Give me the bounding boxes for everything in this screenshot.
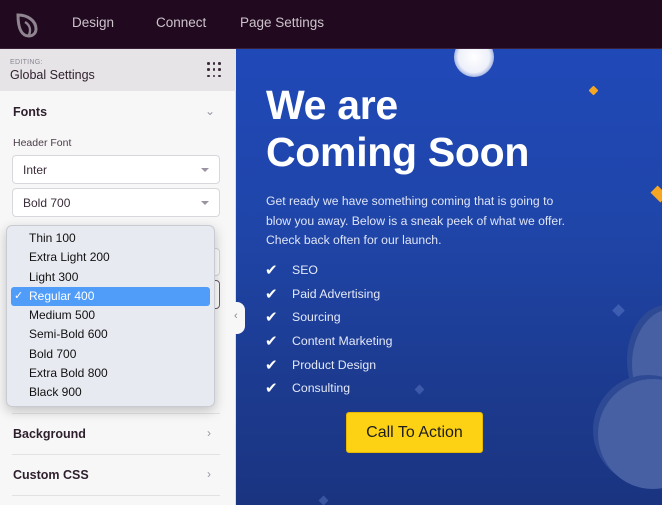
feature-list: ✔ SEO ✔ Paid Advertising ✔ Sourcing ✔ Conten…	[264, 259, 392, 401]
weight-option-label: Regular 400	[29, 288, 95, 303]
editing-label: EDITING:	[10, 59, 43, 66]
weight-option[interactable]: Light 300	[11, 268, 210, 287]
feature-item: ✔ SEO	[264, 259, 392, 283]
nav-connect[interactable]: Connect	[156, 15, 206, 30]
feature-item: ✔ Paid Advertising	[264, 283, 392, 307]
fonts-section-title[interactable]: Fonts	[13, 105, 47, 119]
top-bar: Design Connect Page Settings	[0, 0, 662, 49]
chevron-right-icon[interactable]: ›	[207, 467, 211, 481]
page-preview: We are Coming Soon Get ready we have som…	[236, 49, 662, 505]
call-to-action-button[interactable]: Call To Action	[346, 412, 483, 453]
headline-line-2: Coming Soon	[266, 129, 530, 175]
weight-option[interactable]: Extra Bold 800	[11, 364, 210, 383]
feature-label: Paid Advertising	[292, 286, 381, 301]
check-icon: ✔	[265, 262, 278, 279]
font-weight-dropdown[interactable]: Thin 100 Extra Light 200 Light 300 ✓ Regu…	[6, 225, 215, 407]
editing-title: Global Settings	[10, 68, 95, 82]
sparkle-icon	[414, 384, 425, 395]
weight-option[interactable]: Medium 500	[11, 306, 210, 325]
divider	[12, 413, 220, 414]
feature-label: Content Marketing	[292, 334, 393, 349]
weight-option[interactable]: Semi-Bold 600	[11, 325, 210, 344]
feature-label: Sourcing	[292, 310, 341, 325]
cloud-decoration	[598, 379, 662, 489]
weight-option[interactable]: Thin 100	[11, 229, 210, 248]
background-section-title[interactable]: Background	[13, 427, 86, 441]
check-icon: ✔	[265, 285, 278, 303]
header-font-select[interactable]: Inter	[12, 155, 220, 184]
weight-option-selected[interactable]: ✓ Regular 400	[11, 286, 210, 307]
chevron-down-icon[interactable]: ⌄	[205, 104, 215, 118]
custom-css-section-title[interactable]: Custom CSS	[13, 468, 89, 482]
feature-label: Consulting	[292, 381, 351, 396]
star-icon	[588, 85, 599, 96]
sparkle-icon	[612, 304, 625, 317]
check-icon: ✔	[265, 380, 278, 398]
checkmark-icon: ✓	[14, 289, 24, 302]
check-icon: ✔	[265, 356, 278, 374]
headline-line-1: We are	[266, 82, 398, 128]
nav-page-settings[interactable]: Page Settings	[240, 15, 324, 30]
weight-option[interactable]: Black 900	[11, 383, 210, 402]
header-weight-value: Bold 700	[23, 196, 71, 210]
divider	[12, 495, 220, 496]
feature-item: ✔ Sourcing	[264, 306, 392, 330]
grid-dots-icon[interactable]	[207, 62, 223, 78]
collapse-sidebar-button[interactable]: ‹	[231, 302, 245, 334]
weight-option[interactable]: Extra Light 200	[11, 248, 210, 267]
caret-down-icon	[201, 201, 209, 205]
headline: We are Coming Soon	[266, 82, 529, 176]
header-font-value: Inter	[23, 163, 48, 177]
weight-option[interactable]: Bold 700	[11, 345, 210, 364]
sparkle-icon	[318, 495, 329, 505]
header-weight-select[interactable]: Bold 700	[12, 188, 220, 217]
intro-text: Get ready we have something coming that …	[266, 194, 565, 247]
editing-header: EDITING: Global Settings	[0, 49, 236, 91]
chevron-left-icon: ‹	[234, 310, 238, 322]
feature-label: Product Design	[292, 357, 377, 372]
feature-label: SEO	[292, 263, 318, 277]
chevron-right-icon[interactable]: ›	[207, 426, 211, 440]
feature-item: ✔ Consulting	[264, 377, 392, 401]
feature-item: ✔ Product Design	[264, 354, 392, 378]
header-font-label: Header Font	[13, 137, 72, 149]
star-icon	[650, 185, 662, 203]
check-icon: ✔	[265, 333, 278, 351]
caret-down-icon	[201, 168, 209, 172]
leaf-logo-icon[interactable]	[14, 12, 40, 38]
nav-design[interactable]: Design	[72, 15, 114, 30]
moon-decoration	[454, 49, 494, 77]
check-icon: ✔	[265, 309, 278, 327]
feature-item: ✔ Content Marketing	[264, 330, 392, 354]
divider	[12, 454, 220, 455]
